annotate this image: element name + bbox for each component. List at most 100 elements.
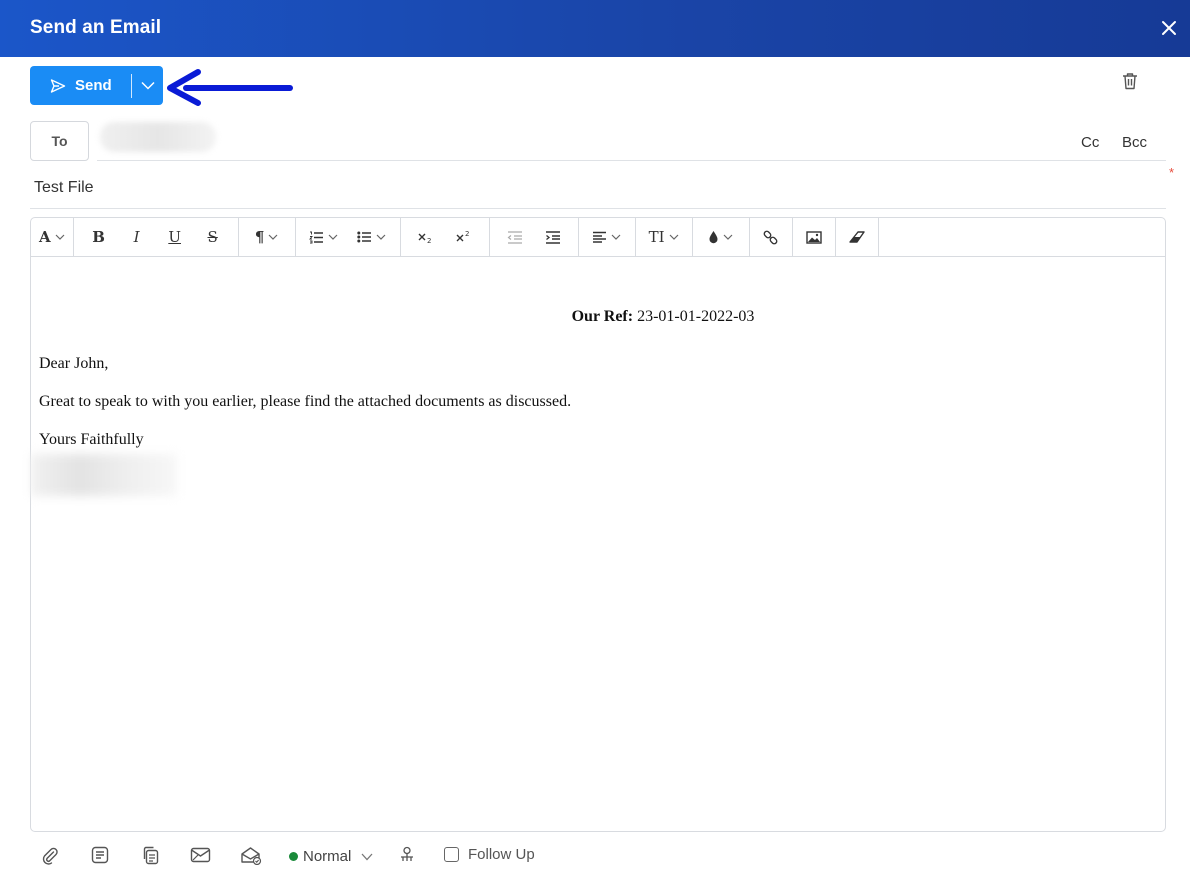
chevron-down-icon bbox=[376, 234, 386, 240]
priority-label: Normal bbox=[303, 848, 352, 865]
bullet-list-dropdown[interactable] bbox=[348, 218, 396, 256]
priority-status-dot bbox=[289, 852, 298, 861]
arrow-annotation bbox=[167, 69, 293, 106]
bullet-list-icon bbox=[357, 231, 372, 243]
message-body[interactable]: Our Ref: 23-01-01-2022-03 Dear John, Gre… bbox=[31, 258, 1165, 831]
signature-redacted bbox=[31, 454, 177, 496]
underline-button[interactable]: U bbox=[156, 218, 194, 256]
align-left-icon bbox=[593, 231, 607, 243]
image-icon bbox=[805, 230, 822, 244]
insert-link-button[interactable] bbox=[754, 218, 788, 256]
compose-footer: Normal Follow Up bbox=[0, 838, 1190, 878]
read-receipt-icon[interactable] bbox=[240, 846, 262, 870]
chevron-down-icon bbox=[140, 81, 155, 90]
subscript-icon: 2 bbox=[418, 233, 431, 244]
chevron-down-icon bbox=[723, 234, 733, 240]
toolbar-group-script: 2 2 bbox=[401, 218, 490, 256]
chevron-down-icon bbox=[55, 234, 65, 240]
chevron-down-icon bbox=[361, 853, 373, 860]
font-size-dropdown[interactable]: TI bbox=[640, 218, 688, 256]
ordered-list-dropdown[interactable] bbox=[300, 218, 348, 256]
to-button[interactable]: To bbox=[30, 121, 89, 161]
subject-field[interactable]: Test File bbox=[34, 179, 94, 197]
close-icon[interactable] bbox=[1158, 17, 1180, 39]
bcc-button[interactable]: Bcc bbox=[1122, 134, 1147, 151]
font-icon: A bbox=[39, 228, 51, 246]
dialog-header: Send an Email bbox=[0, 0, 1190, 57]
priority-dropdown[interactable]: Normal bbox=[289, 848, 373, 865]
reference-line: Our Ref: 23-01-01-2022-03 bbox=[31, 308, 1165, 326]
cc-button[interactable]: Cc bbox=[1081, 134, 1099, 151]
paragraph-icon: ¶ bbox=[254, 228, 265, 246]
indent-button[interactable] bbox=[534, 218, 572, 256]
recipient-chip[interactable] bbox=[100, 122, 216, 152]
ordered-list-icon bbox=[309, 231, 324, 243]
toolbar-group-color bbox=[693, 218, 750, 256]
message-text: Great to speak to with you earlier, plea… bbox=[39, 393, 572, 410]
send-label: Send bbox=[75, 77, 112, 94]
toolbar-group-link bbox=[750, 218, 793, 256]
ink-drop-icon bbox=[709, 231, 718, 244]
toolbar-group-font: A bbox=[31, 218, 74, 256]
toolbar-group-indent bbox=[490, 218, 579, 256]
assign-icon[interactable] bbox=[398, 846, 416, 869]
underline-icon: U bbox=[168, 228, 181, 246]
eraser-icon bbox=[848, 231, 865, 243]
to-field-underline bbox=[97, 160, 1166, 161]
template-icon[interactable] bbox=[91, 846, 109, 869]
toolbar-group-image bbox=[793, 218, 836, 256]
required-mark: * bbox=[1169, 165, 1175, 180]
follow-up-label: Follow Up bbox=[468, 846, 535, 863]
chevron-down-icon bbox=[611, 234, 621, 240]
italic-button[interactable]: I bbox=[118, 218, 156, 256]
text-color-dropdown[interactable] bbox=[697, 218, 745, 256]
copy-icon[interactable] bbox=[142, 846, 160, 870]
toolbar-group-lists bbox=[296, 218, 401, 256]
paragraph-format-dropdown[interactable]: ¶ bbox=[243, 218, 291, 256]
image-mail-icon[interactable] bbox=[190, 846, 211, 869]
superscript-button[interactable]: 2 bbox=[445, 218, 483, 256]
clear-formatting-button[interactable] bbox=[840, 218, 874, 256]
reference-value: 23-01-01-2022-03 bbox=[637, 308, 755, 325]
trash-icon[interactable] bbox=[1120, 71, 1140, 96]
follow-up-checkbox[interactable] bbox=[444, 847, 459, 862]
outdent-icon bbox=[507, 230, 522, 244]
strikethrough-button[interactable]: S bbox=[194, 218, 232, 256]
send-options-dropdown[interactable] bbox=[132, 66, 163, 105]
insert-image-button[interactable] bbox=[797, 218, 831, 256]
toolbar-group-align bbox=[579, 218, 636, 256]
attach-icon[interactable] bbox=[40, 846, 60, 871]
follow-up-toggle: Follow Up bbox=[444, 846, 535, 863]
chevron-down-icon bbox=[328, 234, 338, 240]
link-icon bbox=[763, 230, 778, 244]
send-icon bbox=[50, 78, 66, 93]
chevron-down-icon bbox=[669, 234, 679, 240]
message-editor: A B I U S ¶ 2 2 TI Our Ref: 23-01-01-202… bbox=[30, 217, 1166, 832]
text-size-icon: TI bbox=[648, 228, 665, 246]
svg-text:2: 2 bbox=[465, 230, 469, 238]
reference-label: Our Ref: bbox=[571, 308, 634, 325]
toolbar-group-size: TI bbox=[636, 218, 693, 256]
superscript-icon: 2 bbox=[456, 230, 469, 242]
svg-text:2: 2 bbox=[427, 237, 431, 244]
strikethrough-icon: S bbox=[207, 228, 218, 246]
italic-icon: I bbox=[133, 228, 140, 246]
dialog-title: Send an Email bbox=[30, 17, 162, 38]
bold-icon: B bbox=[92, 228, 105, 246]
indent-icon bbox=[545, 230, 560, 244]
align-dropdown[interactable] bbox=[583, 218, 631, 256]
closing-text: Yours Faithfully bbox=[39, 431, 144, 448]
subscript-button[interactable]: 2 bbox=[407, 218, 445, 256]
toolbar-group-paragraph: ¶ bbox=[239, 218, 296, 256]
editor-toolbar: A B I U S ¶ 2 2 TI bbox=[31, 218, 1165, 257]
subject-underline bbox=[30, 208, 1166, 209]
send-split-button: Send bbox=[30, 66, 163, 105]
toolbar-group-clear bbox=[836, 218, 879, 256]
outdent-button[interactable] bbox=[496, 218, 534, 256]
send-button[interactable]: Send bbox=[30, 66, 131, 105]
toolbar-group-style: B I U S bbox=[74, 218, 239, 256]
greeting-text: Dear John, bbox=[39, 355, 109, 372]
bold-button[interactable]: B bbox=[80, 218, 118, 256]
chevron-down-icon bbox=[268, 234, 278, 240]
font-family-dropdown[interactable]: A bbox=[35, 218, 69, 256]
